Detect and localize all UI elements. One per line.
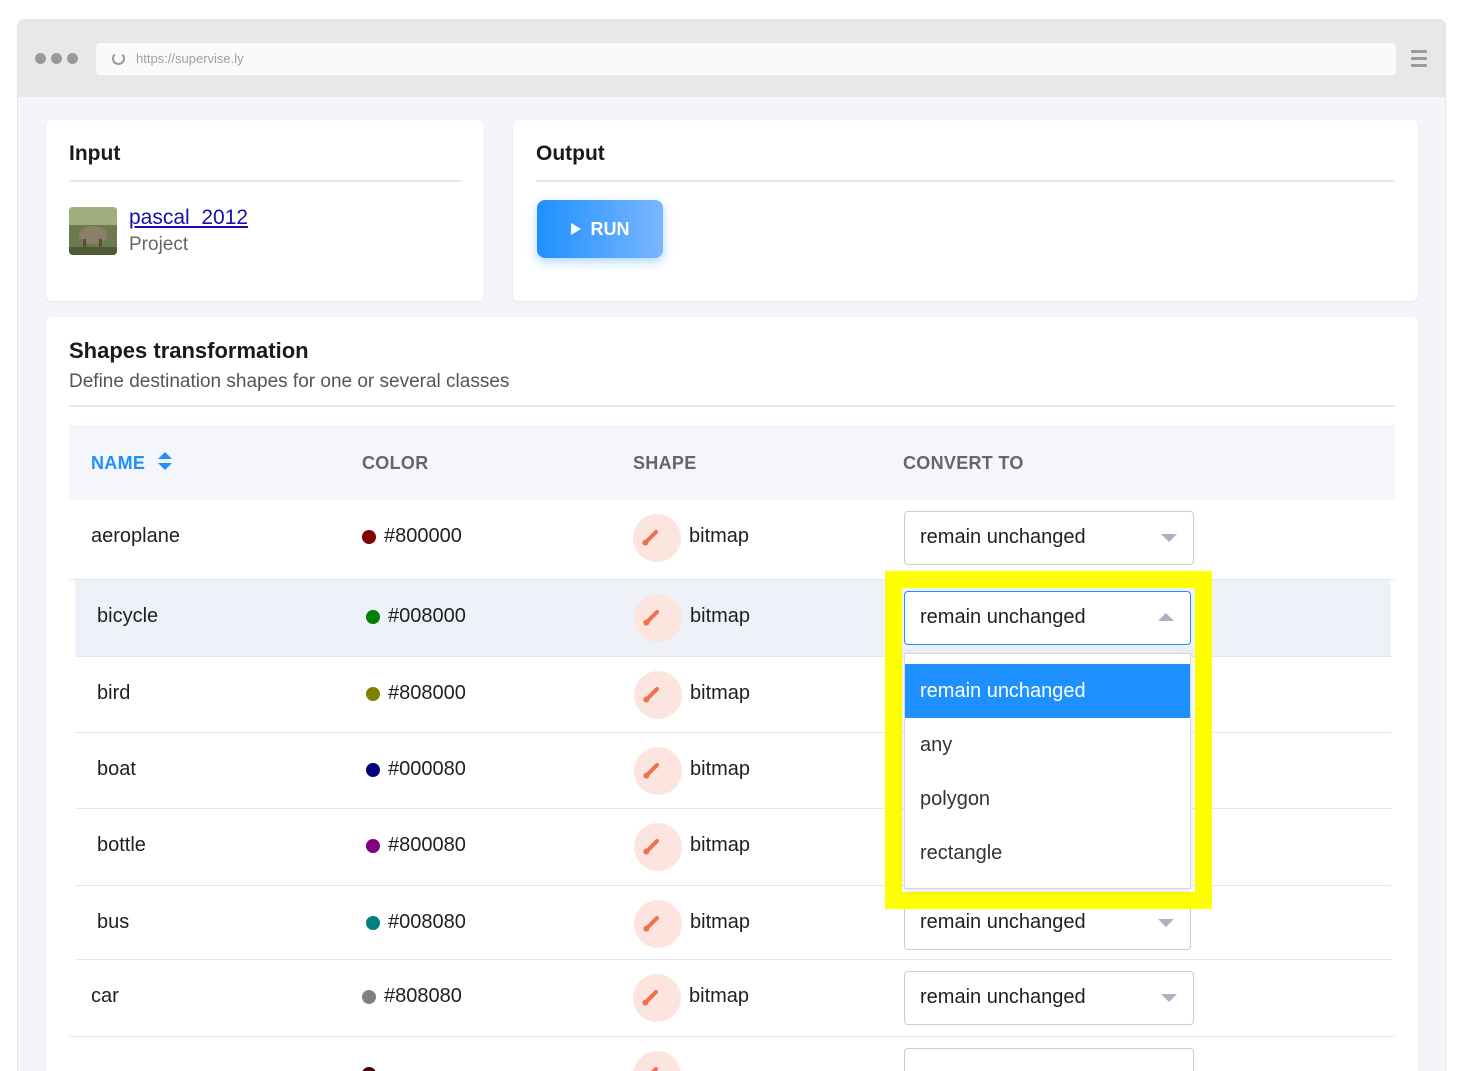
color-swatch <box>362 989 376 1004</box>
class-name: aeroplane <box>91 525 180 547</box>
color-hex: #808080 <box>384 985 462 1007</box>
shape-label: bitmap <box>690 682 751 704</box>
column-name-header[interactable]: NAME <box>91 453 145 474</box>
brush-icon <box>643 529 659 545</box>
chevron-down-icon <box>1158 919 1174 927</box>
shape-label: bitmap <box>689 985 750 1007</box>
select-value: remain unchanged <box>920 911 1086 933</box>
dropdown-option[interactable]: any <box>905 718 1190 772</box>
shape-label: bitmap <box>690 758 751 780</box>
dropdown-option[interactable]: rectangle <box>905 826 1190 880</box>
dropdown-option[interactable]: polygon <box>905 772 1190 826</box>
reload-icon[interactable] <box>112 52 125 65</box>
project-type-label: Project <box>129 234 189 255</box>
class-name: bird <box>97 682 131 704</box>
project-link[interactable]: pascal_2012 <box>129 206 248 230</box>
convert-dropdown-menu: remain unchanged any polygon rectangle <box>904 653 1191 889</box>
browser-window: https://supervise.ly Input pascal_2012 P… <box>18 20 1445 1071</box>
class-name: bus <box>97 911 130 933</box>
brush-icon <box>643 989 659 1005</box>
color-hex: #808000 <box>388 682 466 704</box>
color-swatch <box>362 1067 376 1071</box>
shape-badge <box>633 514 681 562</box>
brush-icon <box>644 609 660 625</box>
shape-label: bitmap <box>689 525 750 547</box>
color-hex: #800000 <box>384 525 462 547</box>
shapes-title: Shapes transformation <box>69 338 309 363</box>
brush-icon <box>644 838 660 854</box>
table-row <box>69 1037 1395 1071</box>
chevron-down-icon <box>1161 534 1177 542</box>
color-hex: #008080 <box>388 911 466 933</box>
select-value: remain unchanged <box>920 526 1086 548</box>
class-color: #808080 <box>362 985 462 1008</box>
shape-badge <box>634 900 682 948</box>
table-row: aeroplane #800000 bitmap remain unchange… <box>69 500 1395 580</box>
input-divider <box>69 180 461 182</box>
window-controls <box>35 53 78 64</box>
browser-chrome: https://supervise.ly <box>18 20 1445 97</box>
shape-label: bitmap <box>690 605 751 627</box>
shape-badge <box>633 974 681 1022</box>
class-name: car <box>91 985 119 1007</box>
address-bar[interactable]: https://supervise.ly <box>96 43 1396 75</box>
column-color-header: COLOR <box>362 453 429 473</box>
window-dot-icon[interactable] <box>51 53 62 64</box>
window-dot-icon[interactable] <box>67 53 78 64</box>
convert-select[interactable] <box>904 1048 1194 1071</box>
run-button[interactable]: RUN <box>537 200 663 258</box>
shape-badge <box>634 594 682 642</box>
shapes-divider <box>69 405 1395 407</box>
color-swatch <box>362 529 376 544</box>
color-hex: #008000 <box>388 605 466 627</box>
column-shape-header: SHAPE <box>633 453 697 473</box>
table-row: car #808080 bitmap remain unchanged <box>69 960 1395 1037</box>
color-swatch <box>366 762 380 777</box>
shape-label: bitmap <box>690 911 751 933</box>
output-divider <box>536 180 1395 182</box>
shape-badge <box>634 671 682 719</box>
class-name: bottle <box>97 834 146 856</box>
brush-icon <box>643 1066 659 1071</box>
class-name: boat <box>97 758 136 780</box>
window-dot-icon[interactable] <box>35 53 46 64</box>
color-swatch <box>366 609 380 624</box>
convert-select[interactable]: remain unchanged <box>904 511 1194 565</box>
url-text: https://supervise.ly <box>136 51 244 66</box>
shape-badge <box>634 747 682 795</box>
run-button-label: RUN <box>590 218 630 239</box>
chevron-down-icon <box>1161 994 1177 1002</box>
color-swatch <box>366 915 380 930</box>
shape-badge <box>634 823 682 871</box>
class-color: #800000 <box>362 525 462 548</box>
output-card-title: Output <box>536 142 605 165</box>
table-header: NAME COLOR SHAPE CONVERT TO <box>69 425 1395 500</box>
color-swatch <box>366 838 380 853</box>
color-swatch <box>366 686 380 701</box>
convert-select[interactable]: remain unchanged <box>904 971 1194 1025</box>
brush-icon <box>644 686 660 702</box>
brush-icon <box>644 762 660 778</box>
class-color: #808000 <box>366 682 466 705</box>
play-icon <box>570 223 581 235</box>
class-color: #008000 <box>366 605 466 628</box>
color-hex: #800080 <box>388 834 466 856</box>
color-hex: #000080 <box>388 758 466 780</box>
column-convert-header: CONVERT TO <box>903 453 1024 473</box>
shape-badge <box>633 1051 681 1071</box>
input-card-title: Input <box>69 142 121 165</box>
shapes-subtitle: Define destination shapes for one or sev… <box>69 371 510 392</box>
brush-icon <box>644 915 660 931</box>
project-thumbnail <box>69 207 117 255</box>
class-color: #008080 <box>366 911 466 934</box>
dropdown-option[interactable]: remain unchanged <box>905 664 1190 718</box>
select-value: remain unchanged <box>920 986 1086 1008</box>
sort-icon[interactable] <box>158 452 172 472</box>
class-color: #000080 <box>366 758 466 781</box>
shape-label: bitmap <box>690 834 751 856</box>
menu-icon[interactable] <box>1411 50 1427 68</box>
class-color: #800080 <box>366 834 466 857</box>
class-name: bicycle <box>97 605 159 627</box>
